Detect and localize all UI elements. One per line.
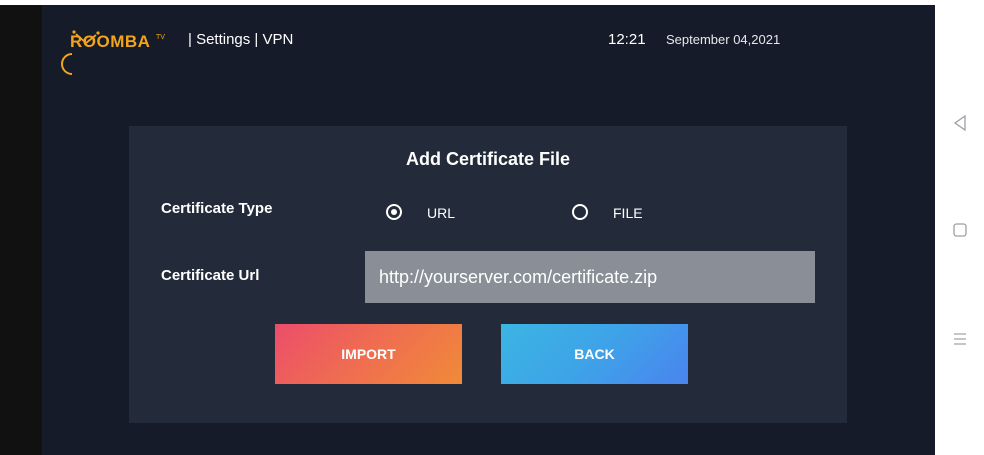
certificate-panel: Add Certificate File Certificate Type UR… <box>129 126 847 423</box>
left-bezel <box>0 0 42 455</box>
clock-date: September 04,2021 <box>666 32 781 47</box>
logo-text: ROOMBA <box>70 32 151 51</box>
import-button[interactable]: IMPORT <box>275 324 462 384</box>
file-radio-label[interactable]: FILE <box>613 205 643 221</box>
url-radio-label[interactable]: URL <box>427 205 455 221</box>
top-edge <box>0 0 984 5</box>
url-radio[interactable] <box>386 204 402 220</box>
certificate-url-input[interactable]: http://yourserver.com/certificate.zip <box>365 251 815 303</box>
menu-lines-icon[interactable] <box>950 329 970 349</box>
system-nav-bar <box>935 0 984 455</box>
logo-superscript: TV <box>156 34 165 41</box>
certificate-url-value: http://yourserver.com/certificate.zip <box>379 266 658 287</box>
app-screen: ROOMBA TV | Settings | VPN 12:21 Septemb… <box>42 0 935 455</box>
home-square-icon[interactable] <box>950 220 970 240</box>
clock-time: 12:21 <box>608 31 646 48</box>
certificate-type-label: Certificate Type <box>161 200 273 217</box>
panel-title: Add Certificate File <box>405 149 571 169</box>
back-triangle-icon[interactable] <box>950 113 970 133</box>
certificate-url-label: Certificate Url <box>161 267 260 284</box>
breadcrumb: | Settings | VPN <box>188 31 294 48</box>
file-radio[interactable] <box>572 204 588 220</box>
back-button[interactable]: BACK <box>501 324 688 384</box>
